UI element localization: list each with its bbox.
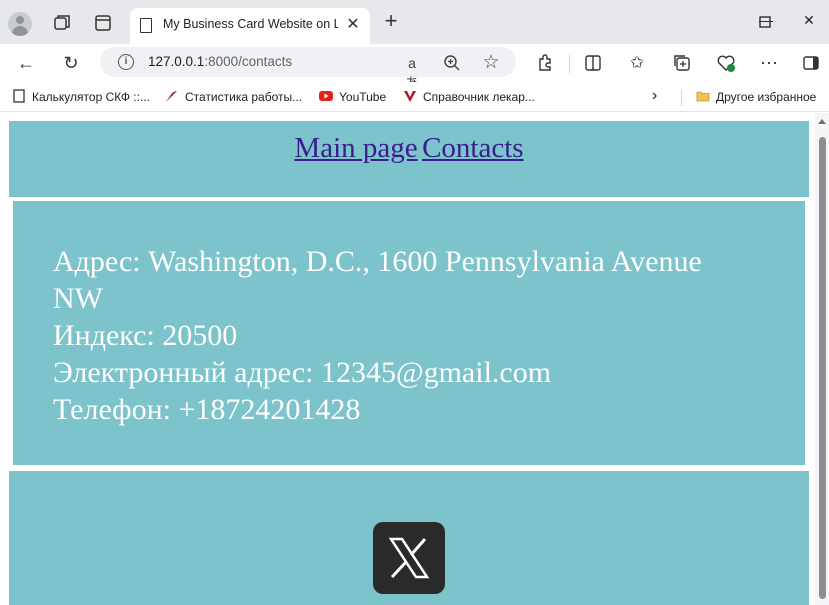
address-bar[interactable]: i 127.0.0.1:8000/contacts aあ ☆ xyxy=(100,47,516,91)
address-text-continued: NW xyxy=(53,282,103,315)
read-aloud-icon[interactable]: aあ xyxy=(402,53,422,91)
youtube-icon xyxy=(319,91,333,101)
favorites-icon[interactable]: ✩ xyxy=(627,53,647,73)
vidal-logo-icon xyxy=(404,91,416,102)
x-logo-icon[interactable] xyxy=(373,522,445,594)
postal-index-text: Индекс: 20500 xyxy=(53,319,238,352)
folder-icon xyxy=(696,91,710,102)
chevron-right-icon[interactable]: › xyxy=(652,87,657,105)
scrollbar-thumb[interactable] xyxy=(819,137,826,599)
bookmark-item[interactable]: Статистика работы... xyxy=(165,88,302,106)
tab-title: My Business Card Website on Lara xyxy=(163,17,338,31)
navigation-bar: ← ↻ i 127.0.0.1:8000/contacts aあ ☆ ✩ ⋯ xyxy=(0,44,829,91)
contacts-panel: Адрес: Washington, D.C., 1600 Pennsylvan… xyxy=(13,201,805,465)
more-menu-icon[interactable]: ⋯ xyxy=(759,53,779,73)
scroll-up-icon[interactable] xyxy=(818,119,826,124)
page-viewport: Main page Contacts Адрес: Washington, D.… xyxy=(0,113,829,605)
workspaces-icon[interactable] xyxy=(52,13,72,33)
document-icon xyxy=(13,89,25,103)
favorite-star-icon[interactable]: ☆ xyxy=(481,53,501,73)
split-screen-icon[interactable] xyxy=(583,53,603,73)
email-text: Электронный адрес: 12345@gmail.com xyxy=(53,356,552,389)
browser-tab-strip: My Business Card Website on Lara ✕ + — ✕ xyxy=(0,0,829,44)
bookmark-item[interactable]: Справочник лекар... xyxy=(403,88,535,106)
active-tab[interactable]: My Business Card Website on Lara ✕ xyxy=(130,8,370,44)
reload-icon[interactable]: ↻ xyxy=(59,51,83,75)
site-header: Main page Contacts xyxy=(9,121,809,197)
address-text: Адрес: Washington, D.C., 1600 Pennsylvan… xyxy=(53,245,702,278)
page-icon xyxy=(140,18,152,33)
profile-avatar-icon[interactable] xyxy=(8,12,32,36)
quill-icon xyxy=(166,91,177,102)
vertical-scrollbar[interactable] xyxy=(815,113,829,605)
close-tab-icon[interactable]: ✕ xyxy=(344,16,362,34)
new-tab-icon[interactable]: + xyxy=(381,10,401,32)
vertical-tabs-icon[interactable] xyxy=(93,13,113,33)
browser-essentials-icon[interactable] xyxy=(716,53,736,73)
site-info-icon[interactable]: i xyxy=(118,54,134,70)
zoom-icon[interactable] xyxy=(442,53,462,73)
contact-details: Адрес: Washington, D.C., 1600 Pennsylvan… xyxy=(53,243,773,428)
bookmarks-bar: Калькулятор СКФ ::... Статистика работы.… xyxy=(0,82,829,112)
collections-icon[interactable] xyxy=(672,53,692,73)
bookmark-item[interactable]: Калькулятор СКФ ::... xyxy=(12,88,150,106)
url-text[interactable]: 127.0.0.1:8000/contacts xyxy=(148,54,292,69)
social-panel xyxy=(9,471,809,605)
back-icon[interactable]: ← xyxy=(14,51,38,75)
bookmarks-folder[interactable]: Другое избранное xyxy=(696,88,816,106)
bookmark-item[interactable]: YouTube xyxy=(319,88,386,106)
maximize-icon[interactable] xyxy=(756,14,774,30)
extensions-icon[interactable] xyxy=(535,53,555,73)
phone-text: Телефон: +18724201428 xyxy=(53,393,361,426)
contacts-link[interactable]: Contacts xyxy=(422,132,524,164)
sidebar-icon[interactable] xyxy=(801,53,821,73)
close-window-icon[interactable]: ✕ xyxy=(797,12,821,32)
main-page-link[interactable]: Main page xyxy=(294,132,417,164)
